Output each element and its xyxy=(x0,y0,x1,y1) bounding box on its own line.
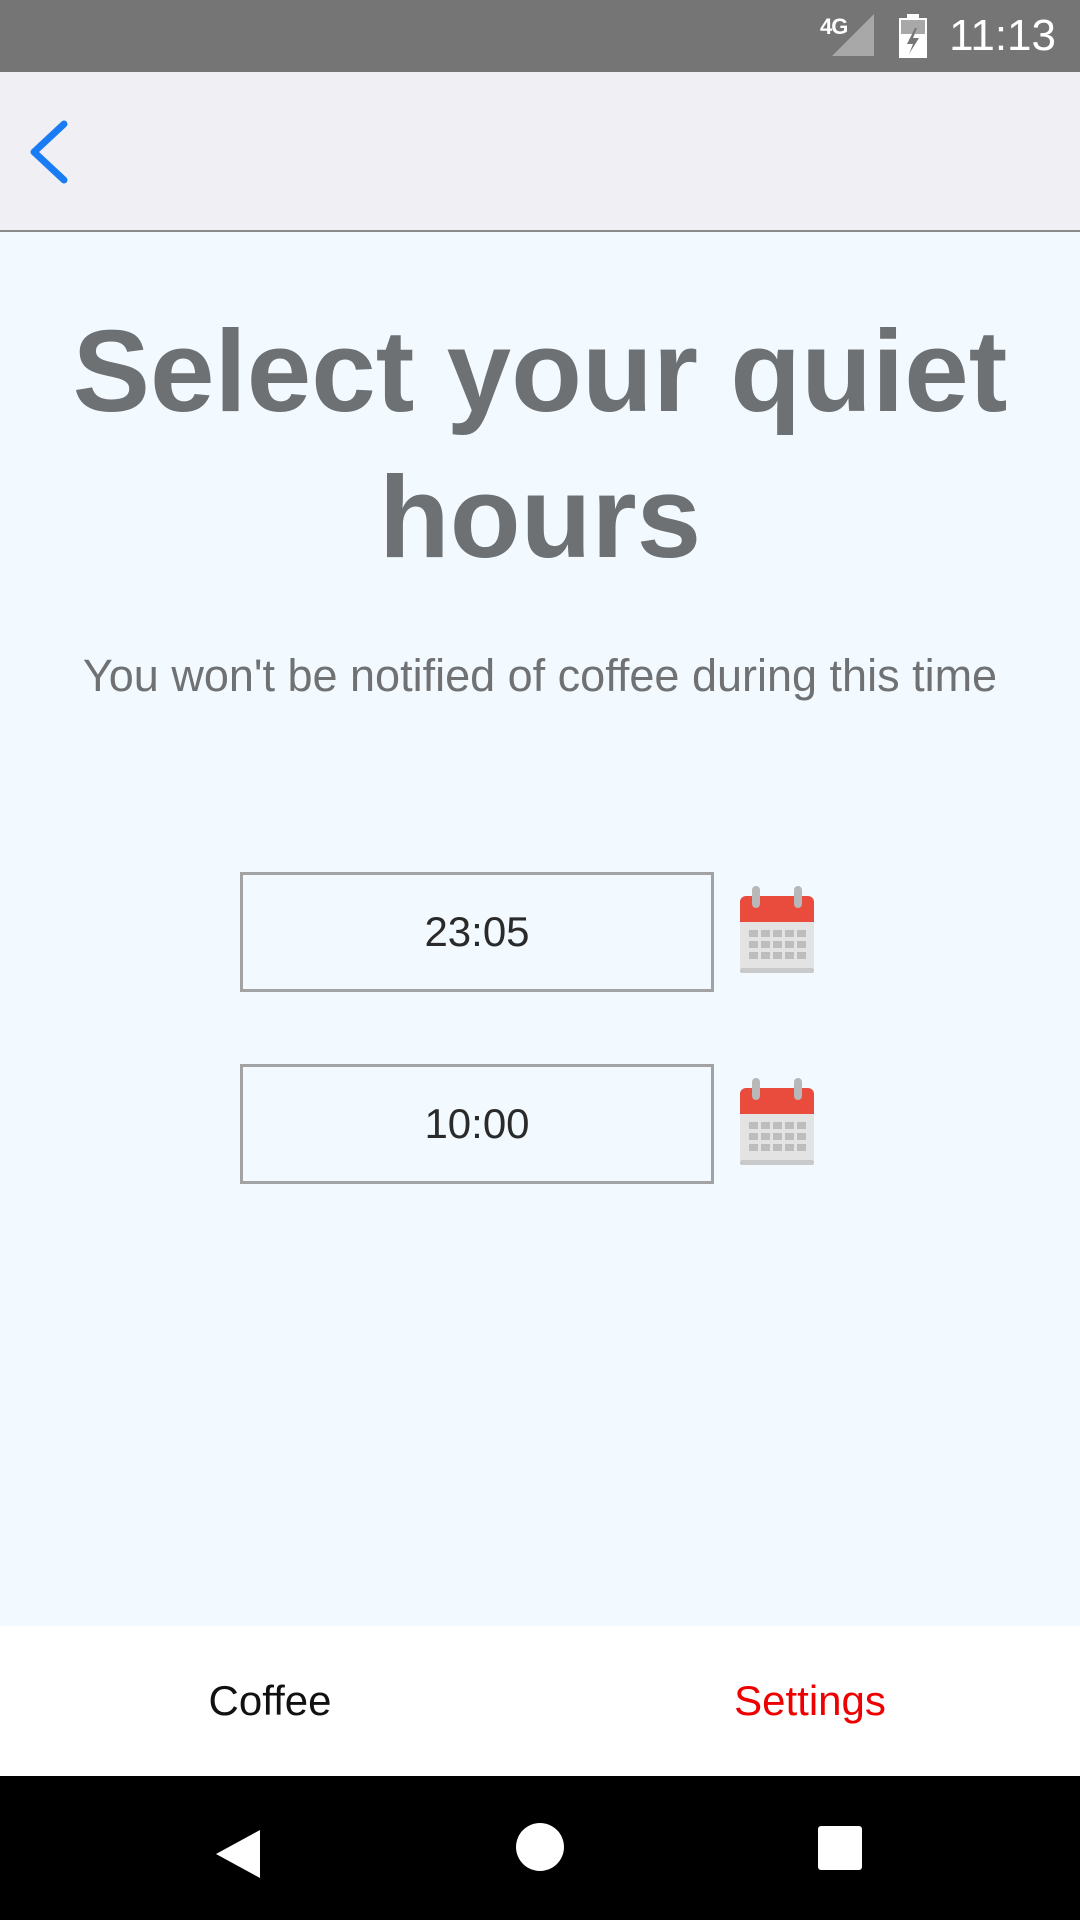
end-time-input[interactable]: 10:00 xyxy=(240,1064,714,1184)
battery-icon xyxy=(899,14,927,58)
home-circle-icon[interactable] xyxy=(515,1822,565,1872)
calendar-icon xyxy=(740,1078,814,1165)
system-nav-bar xyxy=(0,1776,1080,1920)
recents-square-icon[interactable] xyxy=(818,1826,862,1870)
calendar-icon xyxy=(740,886,814,973)
end-time-picker-button[interactable] xyxy=(738,1078,816,1168)
tab-bar: Coffee Settings xyxy=(0,1626,1080,1776)
tab-coffee[interactable]: Coffee xyxy=(0,1626,540,1776)
tab-settings[interactable]: Settings xyxy=(540,1626,1080,1776)
back-triangle-icon[interactable] xyxy=(214,1828,262,1880)
page-title: Select your quiet hours xyxy=(72,306,1008,582)
start-time-picker-button[interactable] xyxy=(738,886,816,976)
chevron-left-icon xyxy=(30,120,68,184)
page-subtitle: You won't be notified of coffee during t… xyxy=(82,650,998,701)
clock: 11:13 xyxy=(949,11,1056,60)
nav-bar xyxy=(0,72,1080,232)
status-bar: 4G 11:13 xyxy=(0,0,1080,72)
back-button[interactable] xyxy=(18,114,88,190)
start-time-input[interactable]: 23:05 xyxy=(240,872,714,992)
signal-icon xyxy=(832,14,874,56)
